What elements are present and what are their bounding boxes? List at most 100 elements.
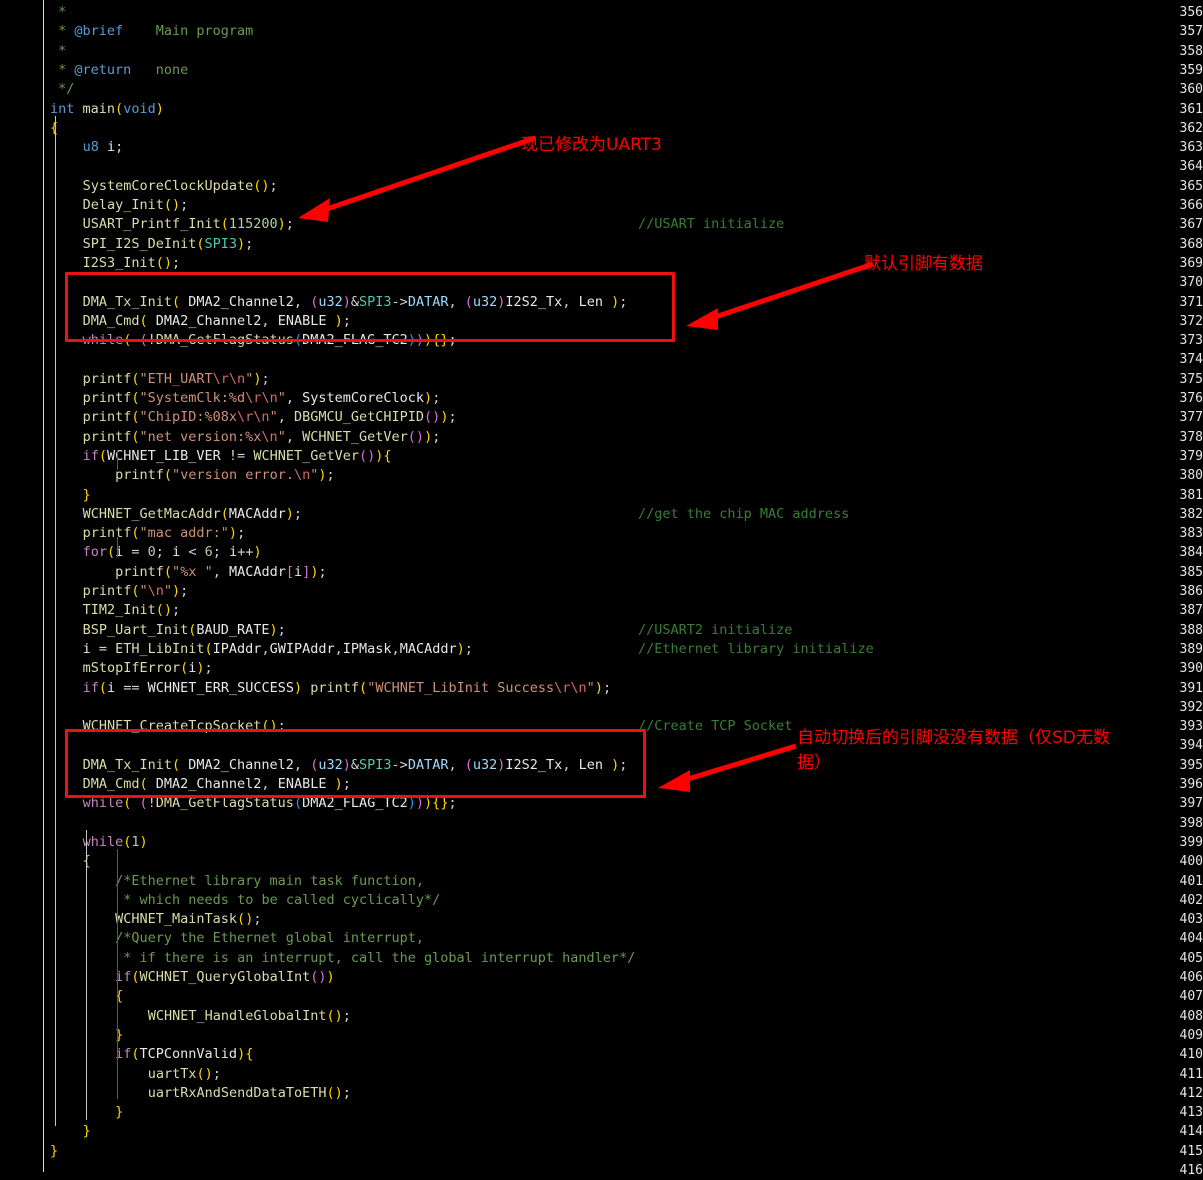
code-line[interactable]: } (50, 1122, 91, 1141)
code-line[interactable]: printf("ETH_UART\r\n"); (50, 370, 270, 389)
line-number: 380 (1179, 468, 1203, 484)
code-line[interactable]: * (50, 42, 66, 61)
line-number: 386 (1179, 584, 1203, 599)
indent-guide (117, 450, 118, 470)
line-number: 359 (1179, 62, 1203, 78)
code-line[interactable]: WCHNET_HandleGlobalInt(); (50, 1007, 351, 1026)
code-line[interactable]: */ (50, 80, 74, 99)
line-number: 399 (1179, 834, 1203, 850)
annotation-uart3: 现已修改为UART3 (521, 135, 662, 155)
highlight-box-dma-first (65, 272, 675, 342)
indent-guide (117, 925, 118, 945)
line-number: 381 (1179, 487, 1203, 503)
line-number: 378 (1179, 429, 1203, 445)
code-line[interactable]: * which needs to be called cyclically*/ (50, 891, 440, 910)
code-line[interactable]: * if there is an interrupt, call the glo… (50, 949, 635, 968)
arrow-to-uart3 (298, 135, 536, 222)
line-number: 416 (1179, 1163, 1203, 1178)
code-line[interactable]: * (50, 3, 66, 22)
line-number: 365 (1179, 178, 1203, 194)
line-number: 412 (1179, 1085, 1203, 1101)
code-line[interactable]: } (50, 486, 91, 505)
line-number: 407 (1179, 989, 1203, 1005)
code-line[interactable]: TIM2_Init(); (50, 601, 181, 620)
code-line[interactable]: /*Query the Ethernet global interrupt, (50, 929, 424, 948)
annotation-default-pin: 默认引脚有数据 (864, 254, 983, 274)
code-line[interactable]: } (50, 1142, 58, 1161)
line-number: 376 (1179, 391, 1203, 406)
line-number: 382 (1179, 506, 1203, 522)
line-number: 358 (1179, 43, 1203, 59)
line-number: 392 (1179, 699, 1203, 715)
line-number: 388 (1179, 622, 1203, 638)
code-line[interactable]: u8 i; (50, 138, 124, 157)
code-line[interactable]: printf("\n"); (50, 582, 189, 601)
code-line[interactable]: i = ETH_LibInit(IPAddr,GWIPAddr,IPMask,M… (50, 640, 473, 659)
code-line[interactable]: * @return none (50, 61, 188, 80)
code-line-comment: //Ethernet library initialize (638, 640, 874, 657)
line-number: 411 (1179, 1066, 1203, 1082)
line-number: 361 (1179, 101, 1203, 117)
code-line[interactable]: SPI_I2S_DeInit(SPI3); (50, 235, 254, 254)
indent-guide (55, 116, 56, 1126)
code-line[interactable]: if(WCHNET_QueryGlobalInt()) (50, 968, 335, 987)
code-line-comment: //USART2 initialize (638, 621, 793, 638)
code-line[interactable]: uartTx(); (50, 1065, 221, 1084)
code-line[interactable]: WCHNET_GetMacAddr(MACAddr); (50, 505, 303, 524)
code-line[interactable]: WCHNET_MainTask(); (50, 910, 261, 929)
code-line[interactable]: printf("ChipID:%08x\r\n", DBGMCU_GetCHIP… (50, 408, 457, 427)
code-line[interactable]: printf("version error.\n"); (50, 466, 335, 485)
indent-guide (117, 537, 118, 557)
code-line[interactable]: while(1) (50, 833, 148, 852)
code-line[interactable]: mStopIfError(i); (50, 659, 213, 678)
line-number: 373 (1179, 333, 1203, 349)
annotation-auto-switch: 自动切换后的引脚没没有数据（仅SD无数 据） (797, 728, 1110, 773)
line-number: 369 (1179, 255, 1203, 271)
code-line[interactable]: * @brief Main program (50, 22, 253, 41)
line-number-gutter (0, 0, 40, 1172)
line-number: 363 (1179, 140, 1203, 156)
arrow-to-default-pin (686, 261, 874, 330)
code-editor[interactable]: 356 357 358 359 360 361 362 363 364 365 366 367 368 3… (0, 0, 1203, 1178)
code-line[interactable]: if(WCHNET_LIB_VER != WCHNET_GetVer()){ (50, 447, 392, 466)
line-number: 364 (1179, 159, 1203, 175)
code-line[interactable]: Delay_Init(); (50, 196, 189, 215)
line-number: 413 (1179, 1105, 1203, 1121)
line-number: 401 (1179, 873, 1203, 889)
line-number: 414 (1179, 1124, 1203, 1140)
code-line[interactable]: printf("SystemClk:%d\r\n", SystemCoreClo… (50, 389, 441, 408)
line-number: 360 (1179, 82, 1203, 98)
code-line-comment: //USART initialize (638, 216, 785, 233)
line-number: 406 (1179, 970, 1203, 985)
code-line[interactable]: printf("%x ", MACAddr[i]); (50, 563, 326, 582)
code-line[interactable]: BSP_Uart_Init(BAUD_RATE); (50, 621, 286, 640)
line-number: 405 (1179, 950, 1203, 966)
code-line[interactable]: printf("net version:%x\n", WCHNET_GetVer… (50, 428, 441, 447)
code-line[interactable]: printf("mac addr:"); (50, 524, 246, 543)
gutter-separator (43, 0, 44, 1172)
code-line[interactable]: SystemCoreClockUpdate(); (50, 177, 278, 196)
line-number: 356 (1179, 5, 1203, 20)
code-line[interactable]: uartRxAndSendDataToETH(); (50, 1084, 351, 1103)
code-line-comment: //Create TCP Socket (638, 718, 793, 735)
line-number: 387 (1179, 603, 1203, 619)
code-line[interactable]: if(i == WCHNET_ERR_SUCCESS) printf("WCHN… (50, 679, 612, 698)
code-line[interactable]: if(TCPConnValid){ (50, 1045, 253, 1064)
line-number: 362 (1179, 120, 1203, 136)
code-line[interactable]: { (50, 852, 91, 871)
code-line[interactable]: I2S3_Init(); (50, 254, 181, 273)
line-number: 375 (1179, 371, 1203, 387)
code-line[interactable]: /*Ethernet library main task function, (50, 872, 424, 891)
line-number: 398 (1179, 815, 1203, 831)
line-number: 391 (1179, 680, 1203, 696)
line-number: 409 (1179, 1027, 1203, 1043)
code-line[interactable]: USART_Printf_Init(115200); (50, 215, 294, 234)
indent-guide (117, 1040, 118, 1080)
code-line[interactable]: for(i = 0; i < 6; i++) (50, 543, 262, 562)
indent-guide (86, 830, 87, 1120)
line-number: 374 (1179, 352, 1203, 368)
code-line[interactable]: int main(void) (50, 100, 164, 119)
line-number: 368 (1179, 236, 1203, 252)
line-number: 370 (1179, 275, 1203, 291)
line-number: 402 (1179, 892, 1203, 908)
